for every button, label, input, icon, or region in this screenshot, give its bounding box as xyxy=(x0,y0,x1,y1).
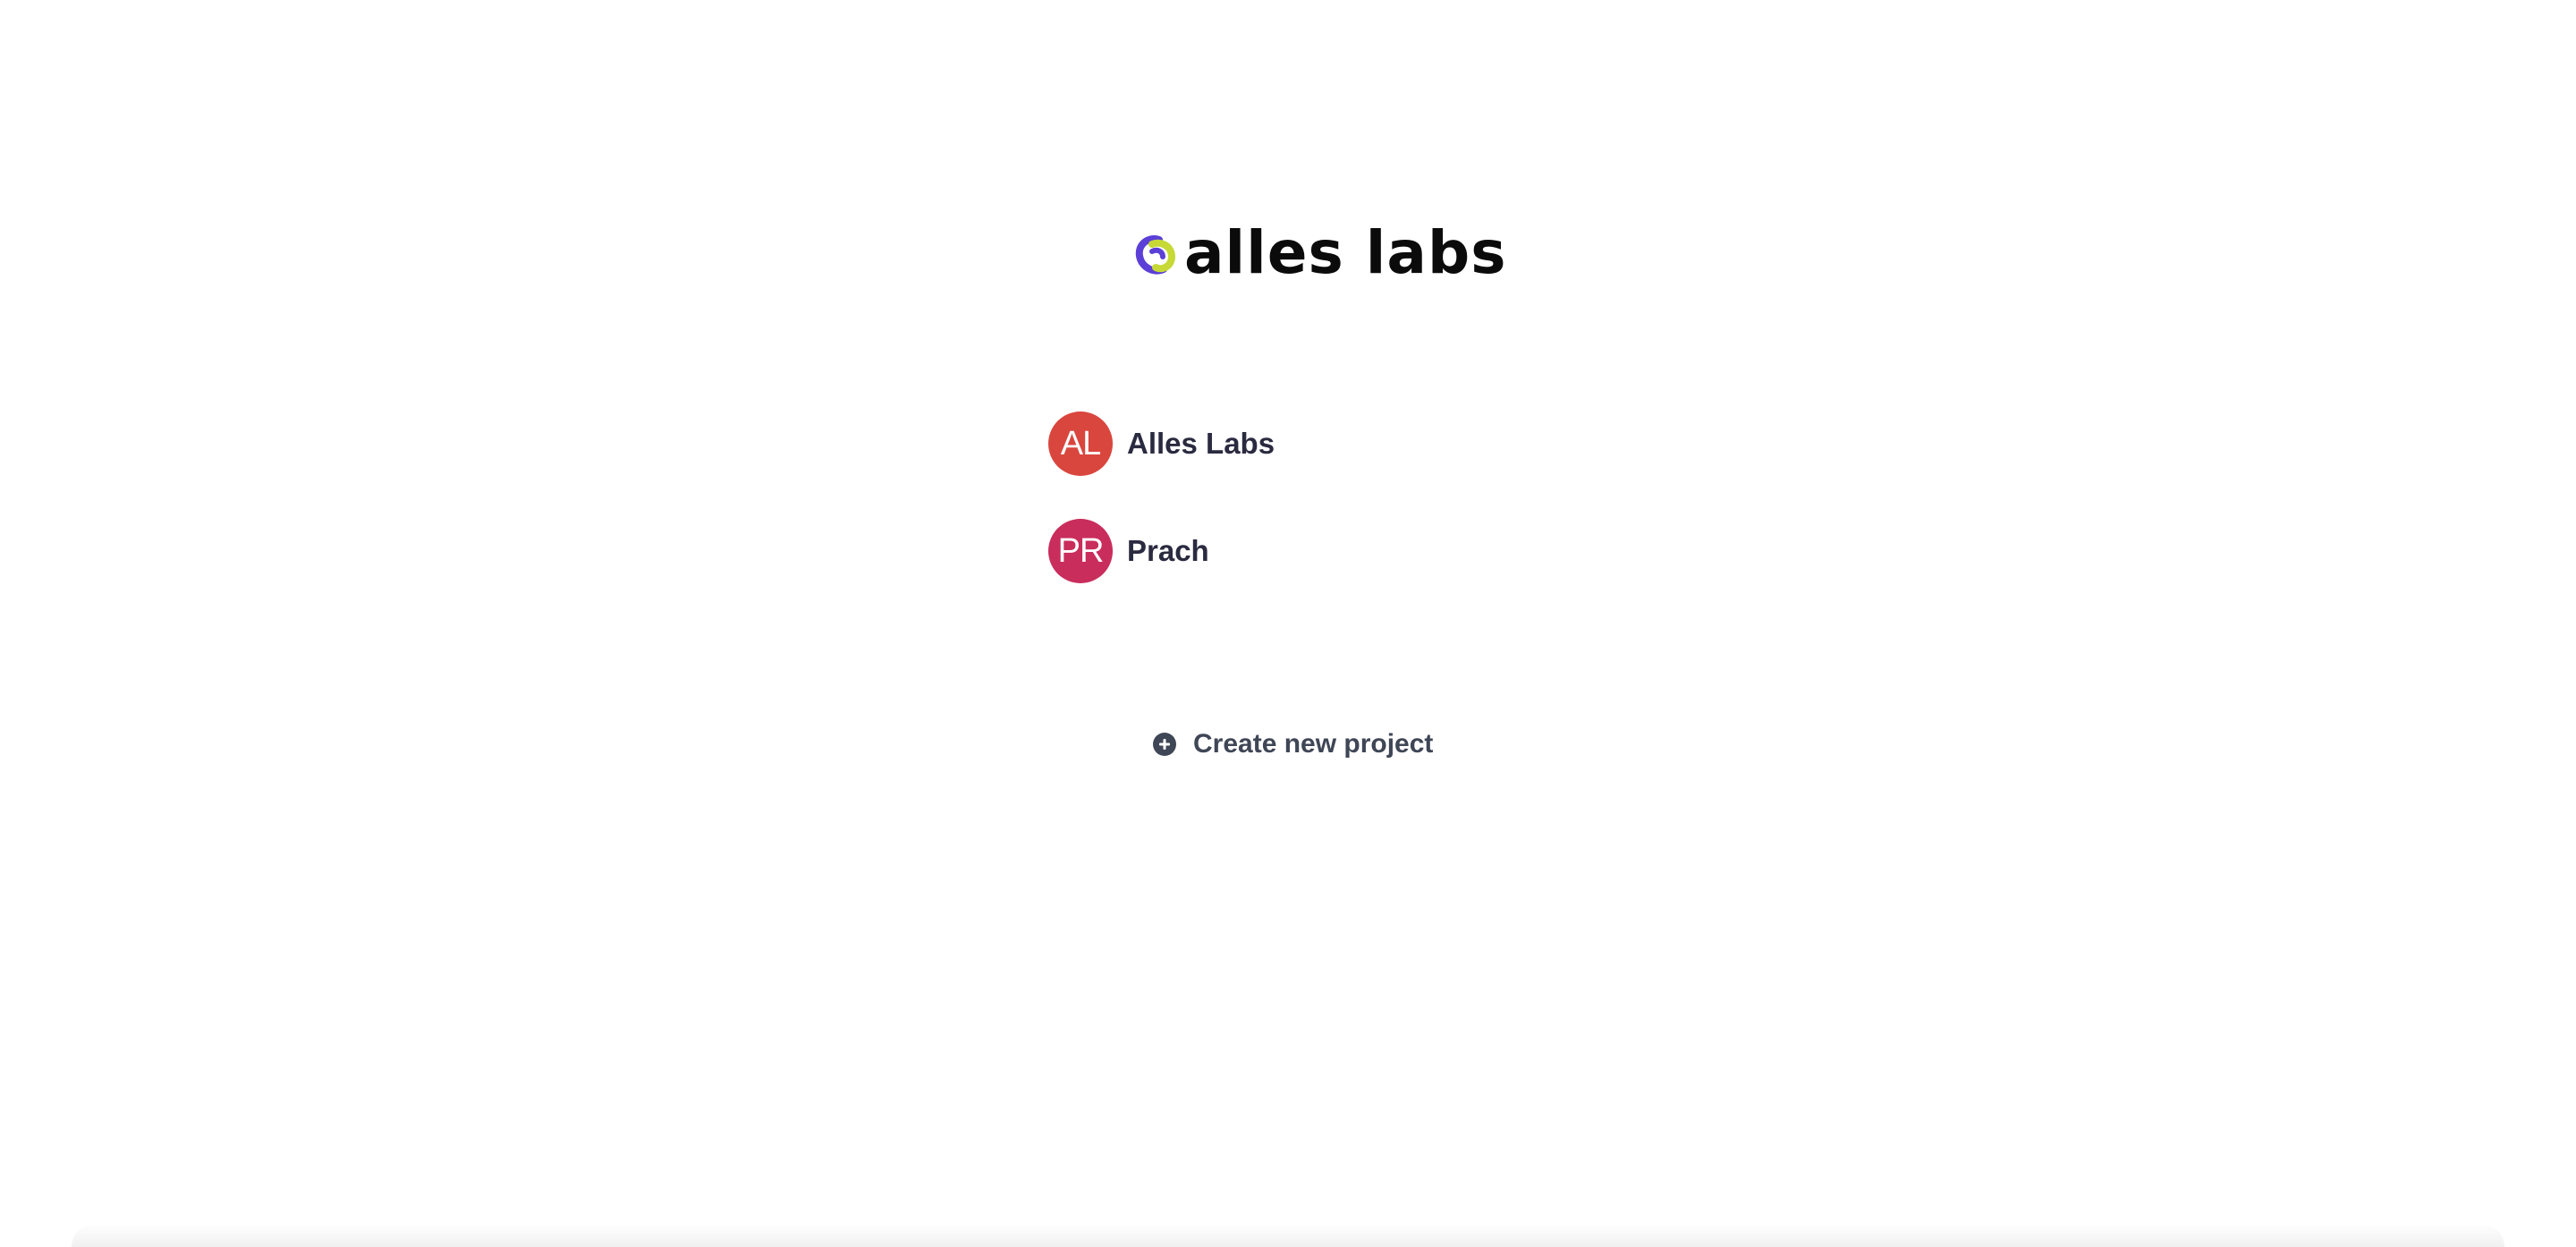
project-name: Prach xyxy=(1127,534,1209,567)
project-name: Alles Labs xyxy=(1127,427,1275,460)
bottom-shadow xyxy=(72,1224,2504,1247)
alles-labs-logo-icon xyxy=(1135,235,1176,275)
avatar: PR xyxy=(1048,519,1113,583)
project-item-alles-labs[interactable]: AL Alles Labs xyxy=(1048,410,1549,478)
create-project-label: Create new project xyxy=(1193,729,1434,759)
create-project-button[interactable]: Create new project xyxy=(1152,726,1433,762)
project-list: AL Alles Labs PR Prach xyxy=(1048,410,1549,624)
project-item-prach[interactable]: PR Prach xyxy=(1048,517,1549,585)
avatar: AL xyxy=(1048,411,1113,476)
avatar-initials: PR xyxy=(1057,531,1105,570)
plus-circle-icon xyxy=(1153,733,1176,756)
brand-name: alles labs xyxy=(1184,218,1507,287)
brand-logo: alles labs xyxy=(1132,218,1507,287)
avatar-initials: AL xyxy=(1060,424,1101,462)
project-picker-page: alles labs AL Alles Labs PR Prach Create… xyxy=(0,0,2576,1247)
